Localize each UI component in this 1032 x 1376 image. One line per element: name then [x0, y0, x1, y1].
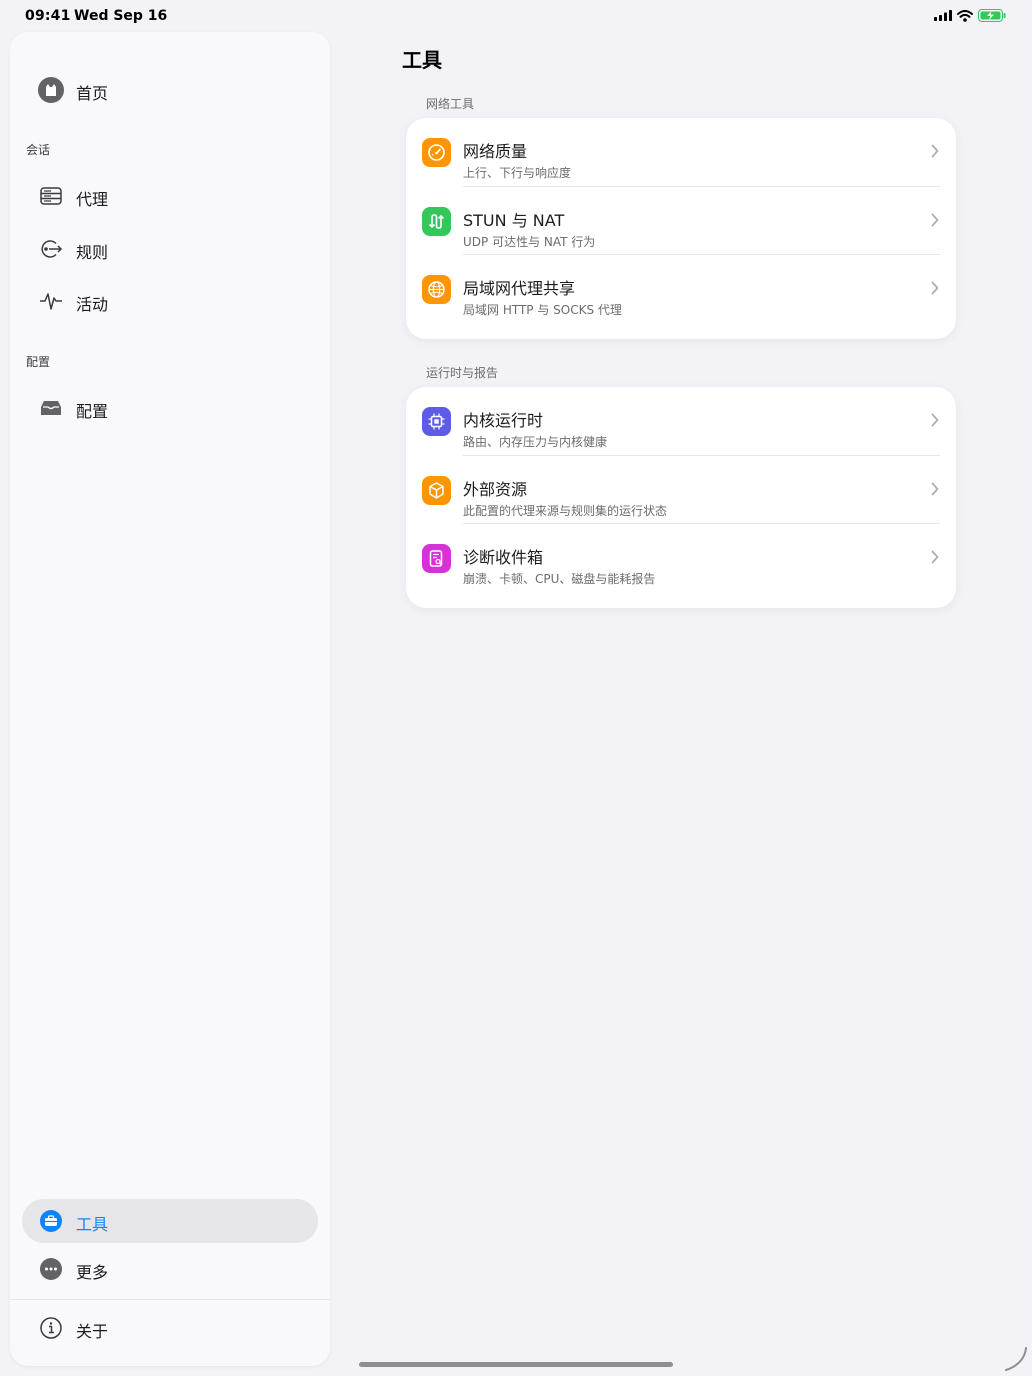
- rules-arrow-icon: [38, 236, 64, 262]
- speedometer-icon: [422, 138, 451, 167]
- section-label-session: 会话: [26, 143, 51, 157]
- info-circle-icon: [38, 1315, 64, 1341]
- row-subtitle: 局域网 HTTP 与 SOCKS 代理: [463, 303, 622, 318]
- list-row-network-quality[interactable]: 网络质量 上行、下行与响应度: [406, 118, 956, 187]
- status-date: Wed Sep 16: [74, 8, 168, 24]
- card-network-tools: 网络质量 上行、下行与响应度 STUN 与 NAT UDP 可达性与 NAT 行…: [406, 118, 956, 339]
- ellipsis-circle-icon: [38, 1256, 64, 1282]
- sidebar-item-more[interactable]: 更多: [22, 1247, 318, 1291]
- row-subtitle: 此配置的代理来源与规则集的运行状态: [463, 503, 668, 518]
- list-row-lan-proxy-share[interactable]: 局域网代理共享 局域网 HTTP 与 SOCKS 代理: [406, 255, 956, 324]
- home-avatar-icon: [38, 77, 64, 103]
- home-indicator[interactable]: [359, 1362, 673, 1367]
- sidebar-item-label: 工具: [76, 1215, 109, 1234]
- sidebar-divider: [10, 1299, 330, 1300]
- tray-icon: [38, 395, 64, 421]
- sidebar-item-home[interactable]: 首页: [22, 68, 318, 112]
- cpu-icon: [422, 407, 451, 436]
- row-title: 诊断收件箱: [463, 548, 544, 568]
- status-bar: 09:41 Wed Sep 16: [0, 0, 1032, 32]
- row-title: 内核运行时: [463, 411, 544, 430]
- section-label-config: 配置: [26, 355, 51, 369]
- sidebar-item-label: 更多: [76, 1263, 109, 1282]
- cube-icon: [422, 475, 451, 505]
- server-rack-icon: [38, 183, 64, 209]
- sidebar-item-label: 规则: [76, 243, 109, 262]
- battery-charging-icon: [978, 9, 1006, 22]
- sidebar-item-label: 活动: [76, 295, 109, 314]
- status-icons: [934, 9, 1006, 22]
- row-title: STUN 与 NAT: [463, 210, 565, 230]
- sidebar-item-rules[interactable]: 规则: [22, 227, 318, 271]
- row-subtitle: UDP 可达性与 NAT 行为: [463, 234, 596, 249]
- nat-arrows-icon: [422, 206, 451, 236]
- sidebar-item-label: 关于: [76, 1322, 109, 1341]
- row-title: 局域网代理共享: [463, 279, 576, 299]
- group-label-runtime-reports: 运行时与报告: [426, 366, 499, 380]
- globe-icon: [422, 275, 451, 305]
- chevron-right-icon: [931, 482, 939, 496]
- list-row-stun-nat[interactable]: STUN 与 NAT UDP 可达性与 NAT 行为: [406, 187, 956, 256]
- waveform-icon: [38, 288, 64, 314]
- row-subtitle: 上行、下行与响应度: [463, 166, 572, 180]
- row-subtitle: 崩溃、卡顿、CPU、磁盘与能耗报告: [463, 572, 656, 587]
- page-title: 工具: [402, 48, 442, 72]
- cellular-signal-icon: [934, 10, 952, 21]
- row-subtitle: 路由、内存压力与内核健康: [463, 435, 608, 449]
- chevron-right-icon: [931, 550, 939, 564]
- sidebar-item-label: 代理: [76, 190, 109, 209]
- sidebar-item-about[interactable]: 关于: [22, 1306, 318, 1350]
- sidebar-item-tools[interactable]: 工具: [22, 1199, 318, 1243]
- row-title: 网络质量: [463, 142, 528, 161]
- sidebar: 首页 会话 代理 规则 活动 配置 配置 工具 更多 关于: [10, 32, 330, 1366]
- row-title: 外部资源: [463, 479, 528, 499]
- list-row-diagnostics-inbox[interactable]: 诊断收件箱 崩溃、卡顿、CPU、磁盘与能耗报告: [406, 524, 956, 593]
- sidebar-item-proxy[interactable]: 代理: [22, 174, 318, 218]
- card-runtime-reports: 内核运行时 路由、内存压力与内核健康 外部资源 此配置的代理来源与规则集的运行状…: [406, 387, 956, 608]
- sidebar-item-activity[interactable]: 活动: [22, 279, 318, 323]
- list-row-external-resources[interactable]: 外部资源 此配置的代理来源与规则集的运行状态: [406, 456, 956, 525]
- wifi-icon: [957, 9, 973, 22]
- sidebar-item-label: 首页: [76, 84, 109, 103]
- toolbox-icon: [38, 1208, 64, 1234]
- list-row-kernel-runtime[interactable]: 内核运行时 路由、内存压力与内核健康: [406, 387, 956, 456]
- sidebar-item-config[interactable]: 配置: [22, 386, 318, 430]
- sidebar-item-label: 配置: [76, 402, 109, 421]
- chevron-right-icon: [931, 413, 939, 427]
- chevron-right-icon: [931, 144, 939, 158]
- group-label-network-tools: 网络工具: [426, 97, 475, 111]
- chevron-right-icon: [931, 213, 939, 227]
- chevron-right-icon: [931, 281, 939, 295]
- report-icon: [422, 544, 451, 574]
- status-time: 09:41: [25, 8, 71, 24]
- resize-corner-icon: [1005, 1347, 1027, 1371]
